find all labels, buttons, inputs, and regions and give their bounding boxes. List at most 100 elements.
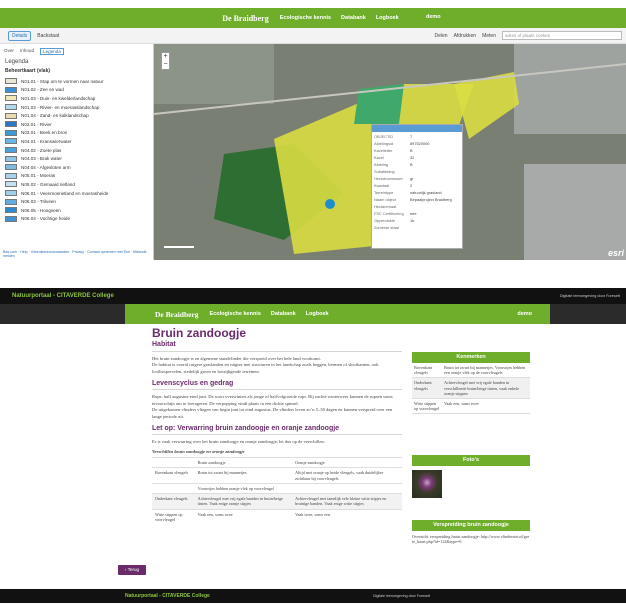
tab-over[interactable]: Over	[4, 48, 14, 55]
measure-button[interactable]: Meten	[482, 33, 496, 39]
legend-swatch	[5, 215, 17, 222]
popup-value: 32	[410, 155, 415, 160]
details-button[interactable]: Details	[8, 30, 32, 41]
table-row: Onderkant vleugels Achtervleugel met vrij…	[152, 493, 402, 509]
backstaat-button[interactable]: Backstaat	[37, 33, 59, 39]
popup-value: 897520000	[410, 141, 430, 146]
kenmerken-row: Witte stippen op voorvleugel Vaak een, so…	[412, 398, 530, 415]
kenmerken-cell: Onderkant vleugels	[412, 377, 442, 400]
legend-swatch	[5, 95, 17, 102]
user-menu[interactable]: demo	[426, 14, 441, 20]
portal-header-right: Digitale leeromgeving door Foresett	[559, 294, 620, 298]
distribution-link[interactable]: Overzicht verspreiding bruin zandoogje: …	[412, 534, 530, 545]
legend-swatch	[5, 155, 17, 162]
heading-confusion: Let op: Verwarring bruin zandoogje en or…	[152, 425, 402, 436]
legend-swatch	[5, 86, 17, 93]
legend-item: N06.04 - Vochtige heide	[0, 215, 153, 224]
tab-inhoud[interactable]: Inhoud	[20, 48, 34, 55]
kenmerken-row: Onderkant vleugels Achtervleugel met vrij…	[412, 377, 530, 400]
legend-item-label: N03.01 - Beek en bron	[21, 130, 68, 136]
kenmerken-cell: Witte stippen op voorvleugel	[412, 398, 442, 415]
legend-swatch	[5, 207, 17, 214]
nav2-databank[interactable]: Databank	[271, 311, 296, 317]
nav-logboek[interactable]: Logboek	[376, 15, 399, 21]
legend-item: N04.02 - Zoete plas	[0, 146, 153, 155]
popup-key: Kwartaal	[374, 183, 390, 188]
legend-swatch	[5, 181, 17, 188]
popup-key: Hectoboomsoort	[374, 176, 403, 181]
tab-legenda[interactable]: Legenda	[40, 48, 64, 55]
legend-footer[interactable]: Bas.com · Help · Gebruikersvoorwaarden ·…	[3, 250, 149, 258]
table-cell: Vrouwtjes hebben oranje vlek op voorvleu…	[194, 482, 293, 494]
back-button[interactable]: ‹ Terug	[118, 565, 146, 575]
kenmerken-cell: Achtervleugel met vrij egale banden in v…	[442, 377, 530, 400]
habitat-text-2: De habitat is vooral ruigere graslanden …	[152, 362, 379, 374]
popup-value: gr	[410, 176, 414, 181]
search-input[interactable]: adres of plaats zoeken	[502, 31, 622, 40]
portal-header: Natuurportaal - CITAVERDE College Digita…	[0, 288, 626, 304]
table-row: Vrouwtjes hebben oranje vlek op voorvleu…	[152, 482, 402, 494]
footer-right: Digitale leeromgeving door Foresett	[373, 594, 430, 598]
legend-item-label: N04.02 - Zoete plas	[21, 147, 62, 153]
table-row: Witte stippen op voorvleugel Vaak een, so…	[152, 508, 402, 524]
legend-swatch	[5, 112, 17, 119]
zoom-control[interactable]: + −	[161, 52, 170, 70]
popup-key: FSC Certificering	[374, 211, 404, 216]
nav2-ecologische-kennis[interactable]: Ecologische kennis	[210, 311, 261, 317]
legend-item: N02.01 - Rivier	[0, 120, 153, 129]
portal-title[interactable]: Natuurportaal - CITAVERDE College	[12, 293, 114, 299]
table-cell: Vaak een, soms twee	[194, 508, 293, 524]
legend-item: N05.01 - Moeras	[0, 172, 153, 181]
table-row: Bovenkant vleugels Bruin tot zwart bij ma…	[152, 467, 402, 484]
table-cell	[152, 482, 195, 494]
legend-swatch	[5, 147, 17, 154]
legend-item: N01.03 - Rivier- en moerasslandschap	[0, 103, 153, 112]
legend-item-label: N01.04 - Zand- en kalklandschap	[21, 113, 89, 119]
nav-ecologische-kennis[interactable]: Ecologische kennis	[280, 15, 331, 21]
map-view[interactable]: + − OBJECTID 7 Afdelingsid 897520000 Kavelle…	[154, 44, 626, 260]
butterfly-photo-thumbnail[interactable]	[412, 470, 442, 498]
popup-value: 2	[410, 183, 413, 188]
map-toolbar: Details Backstaat Delen Afdrukken Meten …	[0, 28, 626, 44]
legend-item-label: N04.03 - Brak water	[21, 156, 62, 162]
legend-swatch	[5, 104, 17, 111]
popup-key: Subafdeling	[374, 169, 395, 174]
kenmerken-box: Kenmerken Bovenkant vleugels Bruin tot zw…	[412, 352, 530, 415]
popup-row: Afdelingsid 897520000	[374, 141, 460, 148]
brand-link-2[interactable]: De Braidberg	[155, 310, 199, 319]
popup-value	[410, 225, 460, 232]
popup-value: nee	[410, 211, 417, 216]
legend-item-label: N05.02 - Gemaaid rietland	[21, 181, 75, 187]
comparison-table: Bruin zandoogje Oranje zandoogje Bovenkant…	[152, 457, 402, 524]
zoom-out-button[interactable]: −	[162, 61, 169, 69]
toolbar-right: Delen Afdrukken Meten adres of plaats zo…	[435, 31, 622, 40]
legend-title: Legenda	[5, 59, 29, 65]
legend-item-label: N06.05 - Hoogveen	[21, 207, 61, 213]
user-menu-2[interactable]: demo	[517, 311, 532, 317]
table-header-cell	[152, 457, 195, 468]
legend-swatch	[5, 78, 17, 85]
map-industrial-area	[514, 44, 626, 134]
popup-key: Naam object	[374, 197, 396, 202]
nav-databank[interactable]: Databank	[341, 15, 366, 21]
popup-value: B	[410, 148, 413, 153]
popup-row: Terreintype natuurlijk grasland	[374, 190, 460, 197]
popup-row: Kwartaal 2	[374, 183, 460, 190]
portal-navbar-inner: De Braidberg Ecologische kennis Databank…	[125, 304, 550, 324]
confusion-text: Er is vaak verwarring over het bruin zan…	[152, 439, 325, 445]
table-cell: Bruin tot zwart bij mannetjes.	[194, 467, 293, 484]
share-button[interactable]: Delen	[435, 33, 448, 39]
legend-item-label: N05.01 - Moeras	[21, 173, 56, 179]
table-cell: Achtervleugel met vrij egale banden in b…	[194, 493, 293, 509]
legend-item: N03.01 - Beek en bron	[0, 129, 153, 138]
popup-row: Subafdeling	[374, 169, 460, 176]
kenmerken-cell: Bruin tot zwart bij mannetjes. Vrouwtjes…	[442, 363, 530, 379]
nav2-logboek[interactable]: Logboek	[306, 311, 329, 317]
brand-link[interactable]: De Braidberg	[222, 14, 268, 23]
photos-heading: Foto’s	[412, 455, 530, 466]
zoom-in-button[interactable]: +	[162, 53, 169, 61]
print-button[interactable]: Afdrukken	[454, 33, 477, 39]
back-button-label: Terug	[127, 567, 139, 572]
popup-row: Afdeling B	[374, 162, 460, 169]
legend-item-label: N01.03 - Duin- en kwelderlandschap	[21, 95, 96, 101]
